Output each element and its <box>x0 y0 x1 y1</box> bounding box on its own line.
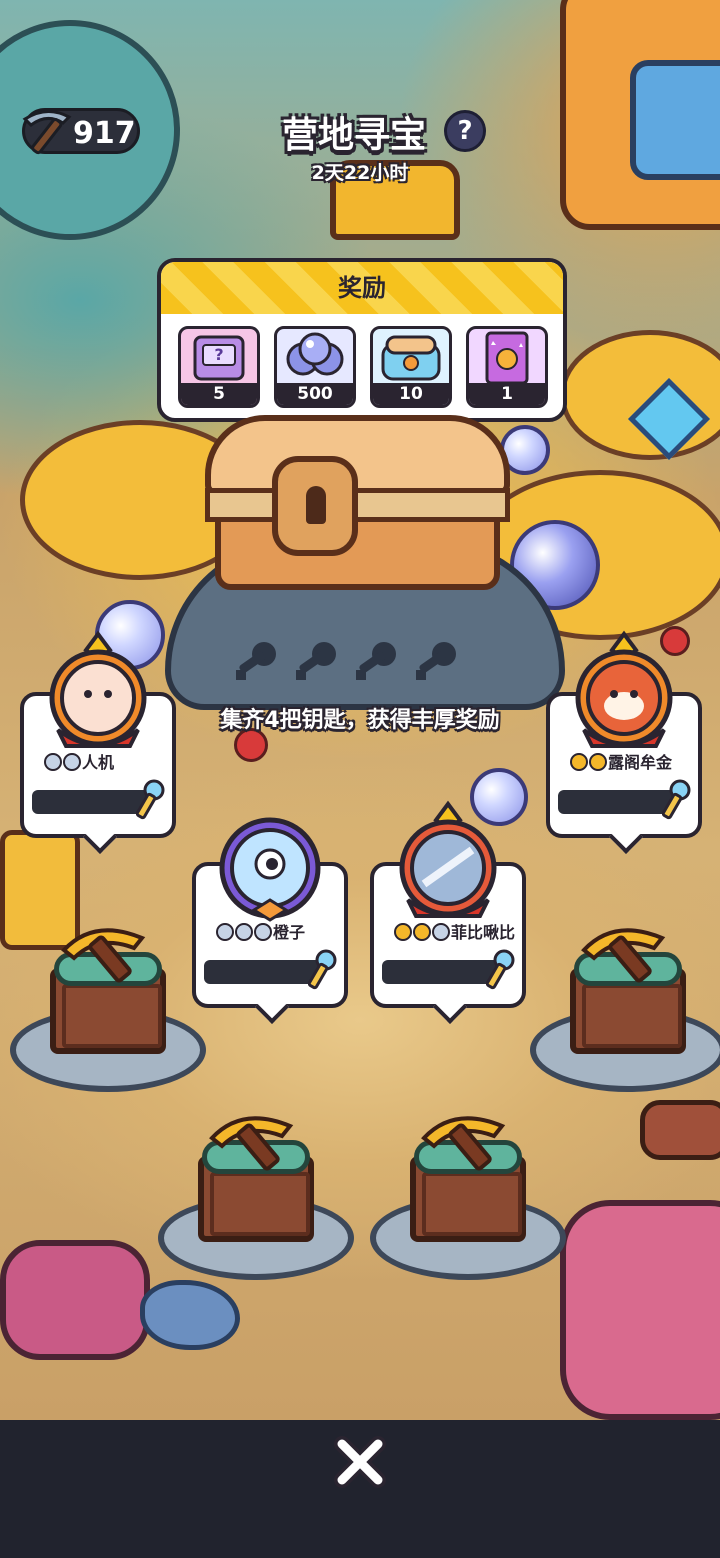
key-silhouette-icon <box>416 642 456 680</box>
key-silhouette-icon <box>296 642 336 680</box>
red-panda-avatar-icon <box>575 630 673 748</box>
reward-quantity: 1 <box>469 383 545 405</box>
rabbit-avatar-icon <box>49 630 147 748</box>
player-avatar[interactable] <box>210 806 330 936</box>
player-key-progress <box>204 960 322 984</box>
dig-site[interactable] <box>10 922 206 1092</box>
key-icon <box>662 779 691 820</box>
dig-site[interactable] <box>530 922 720 1092</box>
pickaxe-icon <box>22 110 72 155</box>
pickaxe-counter[interactable]: 917 <box>22 108 140 155</box>
key-slot <box>292 640 344 688</box>
golden-pickaxe-icon <box>209 1116 294 1171</box>
mystery-box-icon: ? <box>193 335 245 381</box>
golden-pickaxe-icon <box>421 1116 506 1171</box>
reward-item-lunchbox[interactable]: 10 <box>370 326 452 408</box>
player-key-progress <box>32 790 150 814</box>
player-avatar[interactable] <box>564 630 684 760</box>
reward-item-orbs[interactable]: 500 <box>274 326 356 408</box>
key-icon <box>136 779 165 820</box>
player-avatar[interactable] <box>38 630 158 760</box>
unicorn-avatar-icon <box>399 800 497 918</box>
key-slot <box>352 640 404 688</box>
player-avatar[interactable] <box>388 800 508 930</box>
golden-pickaxe-icon <box>581 928 666 983</box>
key-silhouette-icon <box>236 642 276 680</box>
help-button[interactable]: ? <box>444 110 486 152</box>
blue-orbs-icon <box>286 332 344 376</box>
sticker-pack-icon <box>485 331 529 385</box>
cyclops-avatar-icon <box>219 817 321 922</box>
reward-quantity: 10 <box>373 383 449 405</box>
keyhole-icon <box>306 486 326 524</box>
key-slot <box>412 640 464 688</box>
player-key-progress <box>382 960 500 984</box>
player-key-progress <box>558 790 676 814</box>
background-rock-right <box>560 1200 720 1420</box>
key-icon <box>308 949 337 990</box>
svg-text:?: ? <box>214 345 223 364</box>
reward-quantity: 500 <box>277 383 353 405</box>
background-rock <box>140 1280 240 1350</box>
background-screen <box>630 60 720 180</box>
key-icon <box>486 949 515 990</box>
close-icon <box>334 1436 386 1488</box>
reward-item-sticker-pack[interactable]: 1 <box>466 326 548 408</box>
page-title: 营地寻宝 <box>282 115 427 156</box>
bottom-bar <box>0 1420 720 1558</box>
close-button[interactable] <box>332 1434 388 1490</box>
reward-title: 奖励 <box>161 262 563 314</box>
key-silhouette-icon <box>356 642 396 680</box>
background-rock-left <box>0 1240 150 1360</box>
event-timer: 2天22小时 <box>311 162 409 184</box>
dig-site[interactable] <box>158 1110 354 1280</box>
golden-pickaxe-icon <box>61 928 146 983</box>
lunchbox-icon <box>381 335 441 381</box>
reward-quantity: 5 <box>181 383 257 405</box>
gold-pile-top-right <box>560 330 720 460</box>
pickaxe-count: 917 <box>73 116 136 151</box>
chest-lock <box>272 456 358 556</box>
reward-item-mystery-box[interactable]: ? 5 <box>178 326 260 408</box>
dig-site[interactable] <box>370 1110 566 1280</box>
reward-list: ? 5 500 10 1 <box>178 326 550 410</box>
key-slot <box>232 640 284 688</box>
background-rock <box>640 1100 720 1160</box>
reward-panel: 奖励 ? 5 500 10 1 <box>157 258 567 440</box>
